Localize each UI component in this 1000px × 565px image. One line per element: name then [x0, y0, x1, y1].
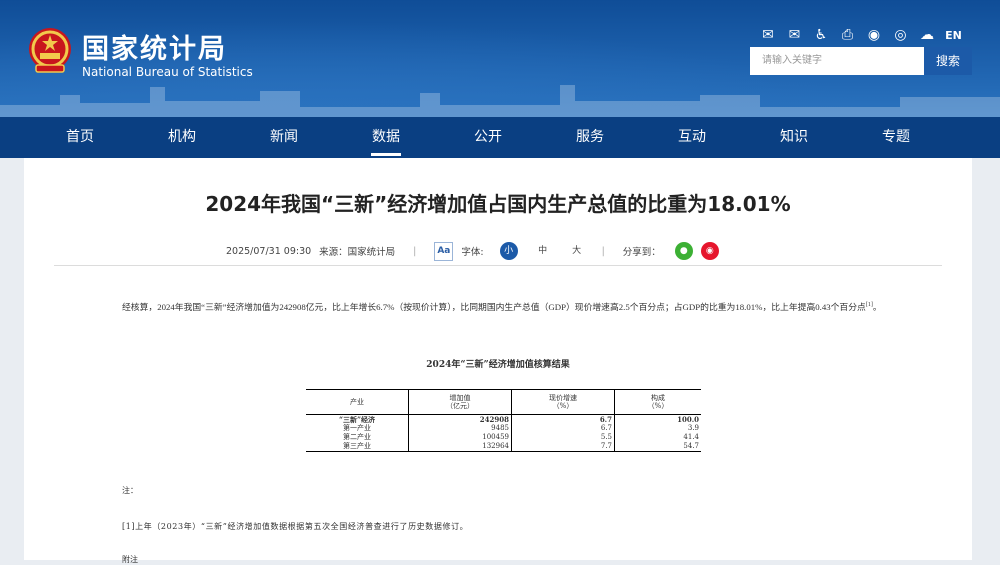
meta-divider	[54, 265, 942, 266]
nav-interaction[interactable]: 互动	[641, 117, 743, 158]
accessibility-icon[interactable]: ♿	[810, 27, 832, 43]
table-row: 第三产业 132964 7.7 54.7	[306, 442, 701, 452]
table-header-cell: 产业	[306, 389, 409, 415]
nav-data[interactable]: 数据	[335, 117, 437, 158]
paragraph-text: 经核算，2024年我国“三新”经济增加值为242908亿元，比上年增长6.7%（…	[122, 301, 866, 312]
weibo-icon[interactable]: ◎	[890, 27, 912, 43]
row-value: 100459	[408, 433, 512, 442]
font-size-medium-button[interactable]: 中	[534, 242, 552, 260]
table-caption: 2024年“三新”经济增加值核算结果	[426, 360, 570, 370]
national-emblem-icon[interactable]	[27, 27, 73, 75]
footnote-ref[interactable]: [1]	[866, 302, 873, 308]
wechat-icon[interactable]: ☁	[916, 27, 938, 43]
nav-news[interactable]: 新闻	[233, 117, 335, 158]
row-growth: 6.7	[511, 414, 615, 424]
table-row: 第二产业 100459 5.5 41.4	[306, 433, 701, 442]
header-tools: ✉ ✉ ♿ ⎙ ◉ ◎ ☁ EN	[757, 27, 969, 43]
row-value: 9485	[408, 424, 512, 433]
nav-home[interactable]: 首页	[29, 117, 131, 158]
share-label: 分享到：	[622, 247, 661, 258]
row-growth: 5.5	[511, 433, 615, 442]
nav-knowledge[interactable]: 知识	[743, 117, 845, 158]
table-row: 第一产业 9485 6.7 3.9	[306, 424, 701, 433]
table-row: “三新”经济 242908 6.7 100.0	[306, 414, 701, 424]
font-label: 字体:	[461, 247, 484, 258]
main-nav: 首页 机构 新闻 数据 公开 服务 互动 知识 专题	[0, 117, 1000, 158]
row-share: 3.9	[614, 424, 701, 433]
nav-public[interactable]: 公开	[437, 117, 539, 158]
row-share: 41.4	[614, 433, 701, 442]
row-name: “三新”经济	[338, 415, 376, 424]
footnote-1: [1]上年（2023年）“三新”经济增加值数据根据第五次全国经济普查进行了历史数…	[122, 522, 469, 531]
font-size-icon: Aa	[434, 241, 454, 261]
publish-date: 2025/07/31 09:30	[226, 245, 312, 257]
search-button[interactable]: 搜索	[924, 47, 972, 75]
font-size-small-button[interactable]: 小	[499, 242, 518, 260]
nav-organization[interactable]: 机构	[131, 117, 233, 158]
mail-icon[interactable]: ✉	[757, 27, 779, 43]
row-name: 第一产业	[343, 424, 371, 432]
row-growth: 7.7	[511, 442, 615, 452]
mailbox-icon[interactable]: ✉	[784, 27, 806, 43]
article-meta: 2025/07/31 09:30 来源：国家统计局 | Aa 字体: 小 中 大…	[226, 241, 719, 261]
wechat-share-icon[interactable]: ●	[674, 242, 693, 260]
source-label: 来源：国家统计局	[319, 247, 396, 258]
paragraph-end: 。	[872, 301, 882, 312]
meta-separator: |	[601, 245, 605, 257]
row-growth: 6.7	[511, 424, 615, 433]
table-header-cell: 增加值 （亿元）	[408, 389, 512, 415]
site-name-cn[interactable]: 国家统计局	[82, 27, 227, 66]
site-name-en[interactable]: National Bureau of Statistics	[82, 65, 253, 79]
language-en-link[interactable]: EN	[943, 29, 965, 42]
weibo-share-icon[interactable]: ◉	[700, 242, 719, 260]
search-input[interactable]: 请输入关键字	[750, 47, 924, 75]
elder-mode-icon[interactable]: ◉	[863, 27, 885, 43]
nav-topics[interactable]: 专题	[845, 117, 947, 158]
row-name: 第三产业	[306, 442, 409, 452]
row-share: 54.7	[614, 442, 701, 452]
table-header-cell: 构成 （%）	[614, 389, 701, 415]
article-card: 2024年我国“三新”经济增加值占国内生产总值的比重为18.01% 2025/0…	[24, 158, 972, 564]
nav-service[interactable]: 服务	[539, 117, 641, 158]
table-header-cell: 现价增速 （%）	[511, 389, 615, 415]
print-icon[interactable]: ⎙	[837, 27, 859, 43]
row-value: 242908	[408, 414, 512, 424]
row-share: 100.0	[614, 414, 701, 424]
table-header-row: 产业 增加值 （亿元） 现价增速 （%） 构成 （%）	[306, 389, 701, 415]
stats-table: 产业 增加值 （亿元） 现价增速 （%） 构成 （%） “三新”经济 242908 6…	[306, 389, 701, 452]
row-name: 第二产业	[343, 433, 371, 441]
row-value: 132964	[408, 442, 512, 452]
meta-separator: |	[413, 245, 417, 257]
note-label: 注：	[122, 486, 138, 495]
site-header: 国家统计局 National Bureau of Statistics ✉ ✉ …	[0, 0, 1000, 117]
article-title: 2024年我国“三新”经济增加值占国内生产总值的比重为18.01%	[205, 192, 791, 216]
article-paragraph: 经核算，2024年我国“三新”经济增加值为242908亿元，比上年增长6.7%（…	[104, 295, 924, 317]
font-size-large-button[interactable]: 大	[568, 242, 586, 260]
